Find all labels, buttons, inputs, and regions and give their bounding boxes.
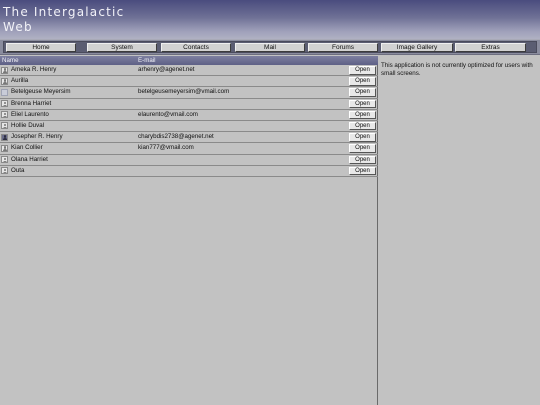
contact-name: Ameka R. Henry	[11, 66, 57, 73]
email-column-header[interactable]: E-mail	[138, 56, 156, 65]
table-row[interactable]: Betelgeuse Meyersim betelgeusemeyersim@v…	[0, 87, 378, 99]
contact-name: Hollie Duval	[11, 121, 45, 129]
nav-forums-button[interactable]: Forums	[308, 43, 378, 52]
app-title-line-2: Web	[3, 20, 33, 34]
contact-name: Betelgeuse Meyersim	[11, 88, 71, 96]
contact-email: charybdis2738@agenet.net	[138, 133, 214, 141]
table-row[interactable]: Josepher R. Henry charybdis2738@agenet.n…	[0, 132, 378, 144]
contact-email: arhenry@agenet.net	[138, 66, 195, 73]
blank-avatar-icon	[1, 88, 8, 96]
contact-email: betelgeusemeyersim@vmail.com	[138, 88, 230, 96]
contacts-table-header: Name E-mail	[0, 56, 378, 65]
person-icon	[1, 122, 8, 130]
open-button[interactable]: Open	[349, 144, 376, 153]
nav-contacts-button[interactable]: Contacts	[161, 43, 231, 52]
contact-name: Outa	[11, 166, 25, 174]
nav-mail-button[interactable]: Mail	[235, 43, 305, 52]
app-header: The Intergalactic Web	[0, 0, 540, 39]
table-row[interactable]: Hollie Duval Open	[0, 121, 378, 133]
contact-name: Aurilla	[11, 77, 29, 85]
small-screen-notice: This application is not currently optimi…	[381, 62, 533, 77]
open-button[interactable]: Open	[349, 99, 376, 109]
nav-home-button[interactable]: Home	[6, 43, 76, 52]
nav-system-button[interactable]: System	[87, 43, 157, 52]
table-row[interactable]: Aurilla Open	[0, 76, 378, 88]
contacts-pane: Name E-mail Ameka R. Henry arhenry@agene…	[0, 56, 378, 405]
person-icon	[1, 111, 8, 119]
nav-bar: Home System Contacts Mail Forums Image G…	[0, 39, 540, 55]
nav-bar-inner: Home System Contacts Mail Forums Image G…	[3, 41, 537, 53]
app-title: The Intergalactic Web	[3, 5, 143, 35]
open-button[interactable]: Open	[349, 166, 376, 176]
person-icon	[1, 167, 8, 175]
photo-avatar-icon	[1, 133, 8, 141]
contact-email: kian777@vmail.com	[138, 144, 194, 152]
contact-name: Eliel Laurento	[11, 110, 49, 118]
person-icon	[1, 156, 8, 163]
table-row[interactable]: Brenna Harriet Open	[0, 99, 378, 110]
contact-email: elaurento@vmail.com	[138, 110, 198, 118]
table-row[interactable]: Outa Open	[0, 166, 378, 177]
person-icon	[1, 100, 8, 108]
contact-name: Olana Harriet	[11, 155, 48, 163]
table-row[interactable]: Eliel Laurento elaurento@vmail.com Open	[0, 110, 378, 121]
open-button[interactable]: Open	[349, 133, 376, 142]
open-button[interactable]: Open	[349, 110, 376, 120]
nav-extras-button[interactable]: Extras	[455, 43, 526, 52]
person-icon	[1, 144, 8, 152]
contacts-table-body: Ameka R. Henry arhenry@agenet.net Open A…	[0, 65, 378, 177]
nav-image-gallery-button[interactable]: Image Gallery	[381, 43, 453, 52]
table-row[interactable]: Kian Collier kian777@vmail.com Open	[0, 143, 378, 155]
person-icon	[1, 66, 8, 74]
contact-name: Josepher R. Henry	[11, 133, 63, 141]
notice-pane: This application is not currently optimi…	[379, 56, 540, 405]
person-icon	[1, 77, 8, 85]
contact-name: Brenna Harriet	[11, 99, 52, 107]
table-row[interactable]: Olana Harriet Open	[0, 155, 378, 166]
open-button[interactable]: Open	[349, 155, 376, 164]
open-button[interactable]: Open	[349, 121, 376, 131]
name-column-header[interactable]: Name	[2, 56, 19, 65]
app-title-line-1: The Intergalactic	[3, 5, 125, 19]
open-button[interactable]: Open	[349, 88, 376, 97]
open-button[interactable]: Open	[349, 77, 376, 86]
table-row[interactable]: Ameka R. Henry arhenry@agenet.net Open	[0, 65, 378, 77]
open-button[interactable]: Open	[349, 66, 376, 75]
contact-name: Kian Collier	[11, 144, 43, 152]
